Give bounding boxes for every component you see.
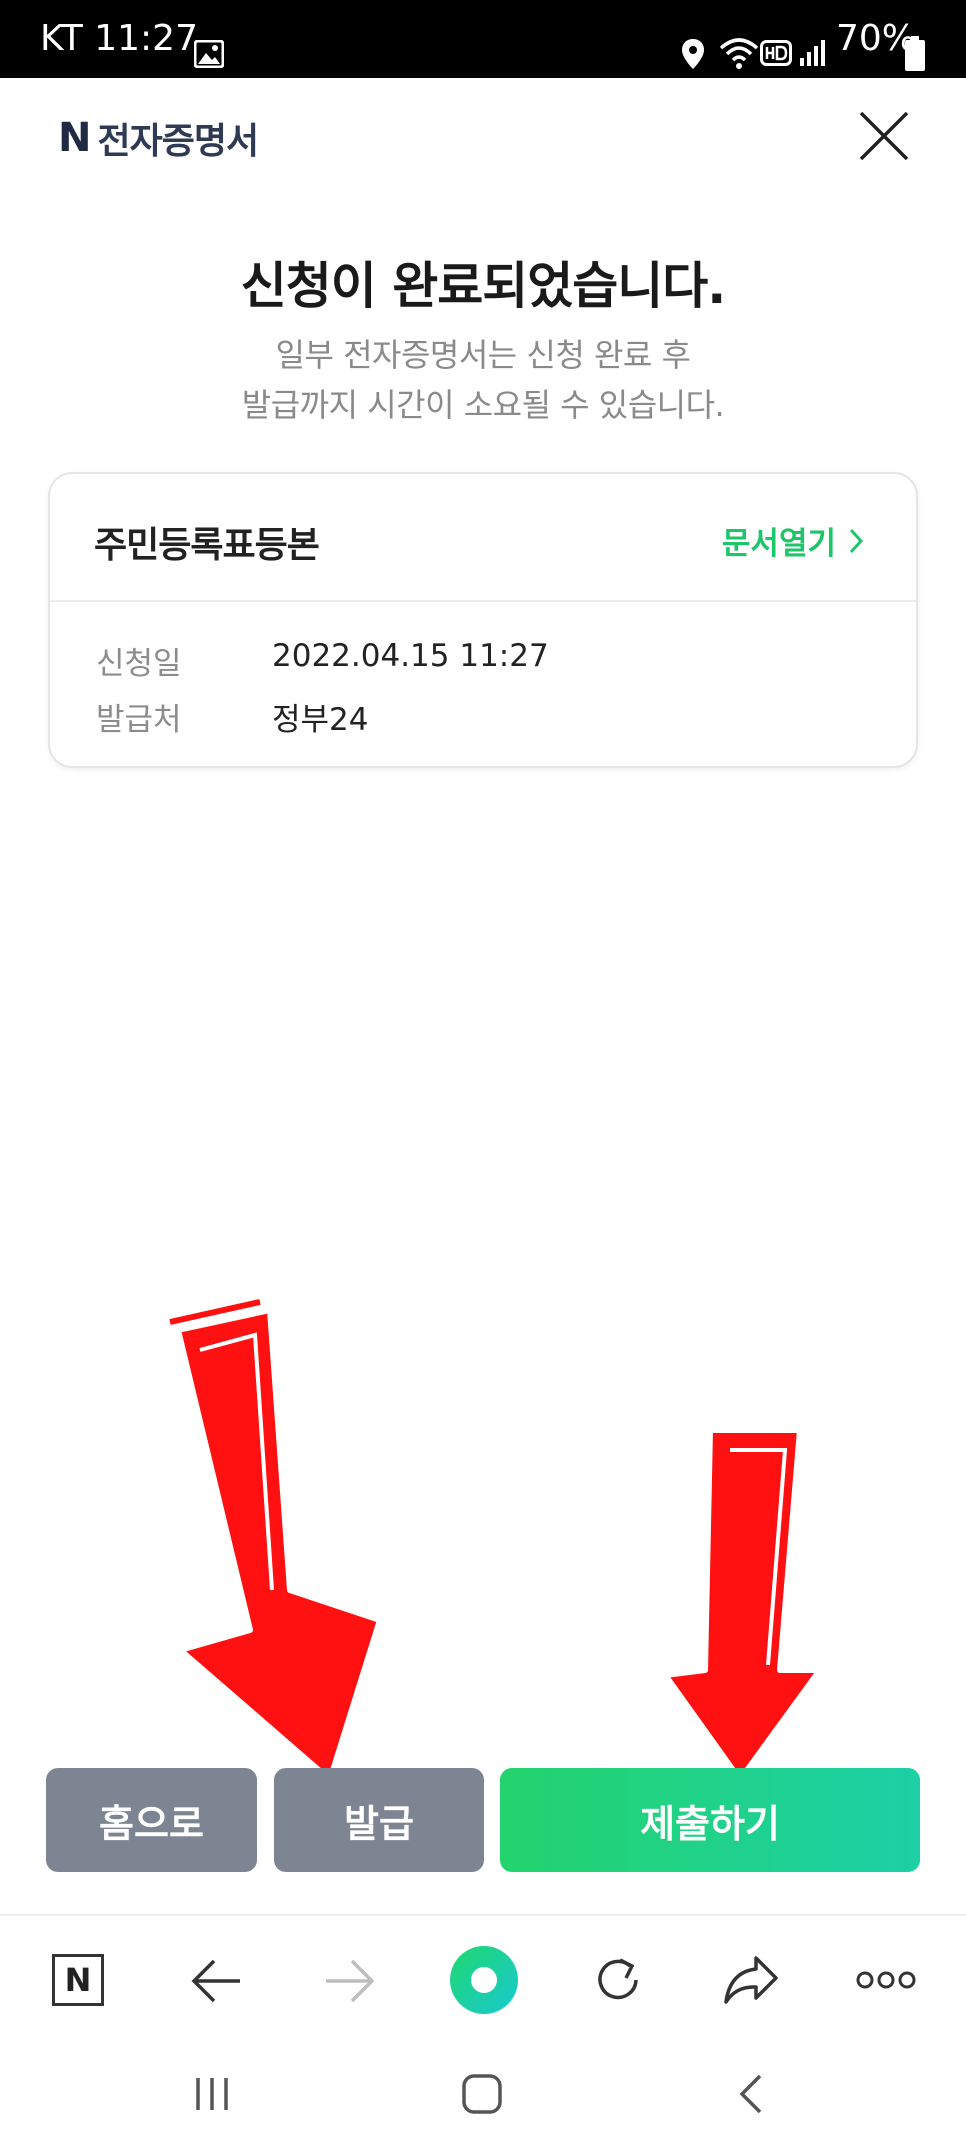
green-dot-icon xyxy=(450,1946,518,2014)
page-title: 신청이 완료되었습니다. xyxy=(240,257,726,315)
app-title: 전자증명서 xyxy=(97,121,259,162)
location-icon xyxy=(680,38,706,70)
apply-date-value: 2022.04.15 11:27 xyxy=(272,638,549,674)
browser-toolbar: N xyxy=(0,1914,966,2044)
issue-button[interactable]: 발급 xyxy=(274,1768,484,1872)
status-bar: KT 11:27 70% xyxy=(0,0,966,78)
arrow-left-icon xyxy=(191,1959,240,2003)
open-document-label: 문서열기 xyxy=(721,526,836,562)
share-icon xyxy=(724,1956,778,2004)
recent-apps-button[interactable] xyxy=(192,2074,232,2114)
more-button[interactable] xyxy=(856,1968,916,1992)
back-nav-button[interactable] xyxy=(736,2072,766,2116)
home-button[interactable]: 홈으로 xyxy=(46,1768,257,1872)
more-dots-icon xyxy=(856,1971,916,1989)
card-divider xyxy=(50,600,916,602)
subtitle-line2: 발급까지 시간이 소요될 수 있습니다. xyxy=(241,386,725,424)
back-button[interactable] xyxy=(188,1956,244,2006)
hd-voice-icon xyxy=(760,40,792,66)
naver-logo-icon: N xyxy=(58,115,92,161)
share-button[interactable] xyxy=(722,1954,780,2006)
annotation-arrow-right xyxy=(662,1427,823,1783)
chevron-left-icon xyxy=(739,2074,762,2114)
home-nav-button[interactable] xyxy=(460,2072,504,2116)
open-document-link[interactable]: 문서열기 xyxy=(722,518,864,563)
carrier-time: KT 11:27 xyxy=(40,18,198,59)
green-dot-button[interactable] xyxy=(448,1944,520,2016)
refresh-button[interactable] xyxy=(590,1952,646,2008)
forward-button[interactable] xyxy=(322,1956,378,2006)
close-button[interactable] xyxy=(858,110,910,162)
app-logo: N 전자증명서 xyxy=(58,112,259,164)
naver-home-icon[interactable]: N xyxy=(52,1954,104,2006)
recent-apps-icon xyxy=(196,2078,228,2110)
refresh-icon xyxy=(598,1958,638,2000)
close-icon xyxy=(859,111,909,161)
chevron-right-icon xyxy=(849,528,864,553)
arrow-right-icon xyxy=(326,1959,375,2003)
issuer-label: 발급처 xyxy=(96,702,182,738)
issuer-value: 정부24 xyxy=(272,702,369,738)
annotation-arrow-left xyxy=(169,1299,383,1783)
signal-icon xyxy=(798,38,828,68)
subtitle-line1: 일부 전자증명서는 신청 완료 후 xyxy=(275,336,691,374)
apply-date-label: 신청일 xyxy=(96,646,182,682)
submit-button[interactable]: 제출하기 xyxy=(500,1768,920,1872)
document-card: 주민등록표등본 문서열기 신청일 2022.04.15 11:27 발급처 정부… xyxy=(48,472,918,768)
wifi-icon xyxy=(718,36,760,70)
home-square-icon xyxy=(462,2074,502,2114)
document-title: 주민등록표등본 xyxy=(94,525,320,566)
system-nav-bar xyxy=(0,2042,966,2147)
gallery-notification-icon xyxy=(194,40,224,68)
battery-icon xyxy=(904,36,926,72)
